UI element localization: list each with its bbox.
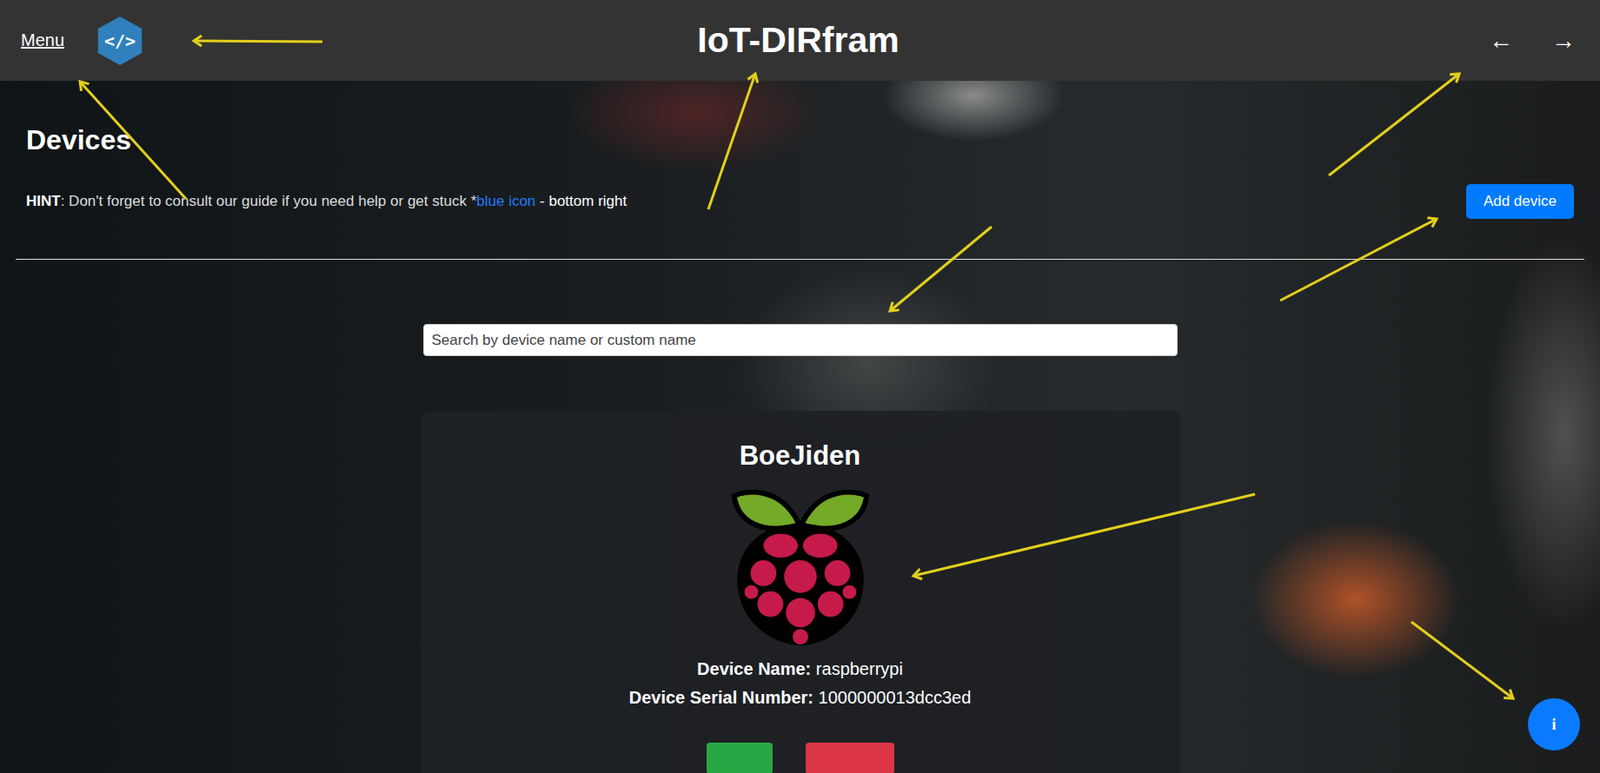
annotation-arrow bbox=[708, 73, 756, 210]
annotation-arrow bbox=[1328, 73, 1460, 176]
app-title: IoT-DIRfram bbox=[697, 19, 899, 61]
top-bar: Menu </> IoT-DIRfram ← → bbox=[0, 0, 1600, 81]
edit-button[interactable] bbox=[706, 743, 773, 773]
annotation-arrow bbox=[913, 494, 1255, 577]
info-button[interactable]: i bbox=[1527, 698, 1581, 751]
annotation-arrow bbox=[889, 226, 992, 312]
annotation-arrow bbox=[79, 81, 186, 200]
hint-link: blue icon bbox=[476, 192, 536, 210]
device-field: Device Name: raspberrypi bbox=[697, 659, 903, 680]
forward-button[interactable]: → bbox=[1551, 26, 1576, 55]
add-device-button[interactable]: Add device bbox=[1466, 184, 1574, 220]
divider bbox=[15, 258, 1585, 260]
annotation-arrow bbox=[1280, 219, 1437, 301]
back-button[interactable]: ← bbox=[1488, 26, 1514, 55]
logo-icon[interactable]: </> bbox=[95, 14, 145, 67]
raspberry-pi-icon bbox=[717, 484, 883, 648]
devices-page: Devices HINT: Don't forget to consult our… bbox=[0, 124, 1600, 773]
page-title: Devices bbox=[26, 124, 1585, 157]
hint-text: HINT: Don't forget to consult our guide … bbox=[26, 192, 627, 211]
menu-link[interactable]: Menu bbox=[20, 30, 65, 51]
annotation-arrows bbox=[0, 0, 1600, 773]
annotation-arrow bbox=[193, 40, 323, 42]
annotation-arrow bbox=[1411, 622, 1514, 699]
device-card: BoeJiden Device Name: raspberrypi Device S… bbox=[420, 411, 1181, 773]
device-field: Device Serial Number: 1000000013dcc3ed bbox=[629, 688, 972, 709]
device-custom-name: BoeJiden bbox=[739, 440, 862, 472]
delete-button[interactable] bbox=[805, 743, 895, 773]
search-input[interactable] bbox=[423, 324, 1178, 357]
app-root: Menu </> IoT-DIRfram ← → Devices HINT: Don't f… bbox=[0, 0, 1600, 773]
